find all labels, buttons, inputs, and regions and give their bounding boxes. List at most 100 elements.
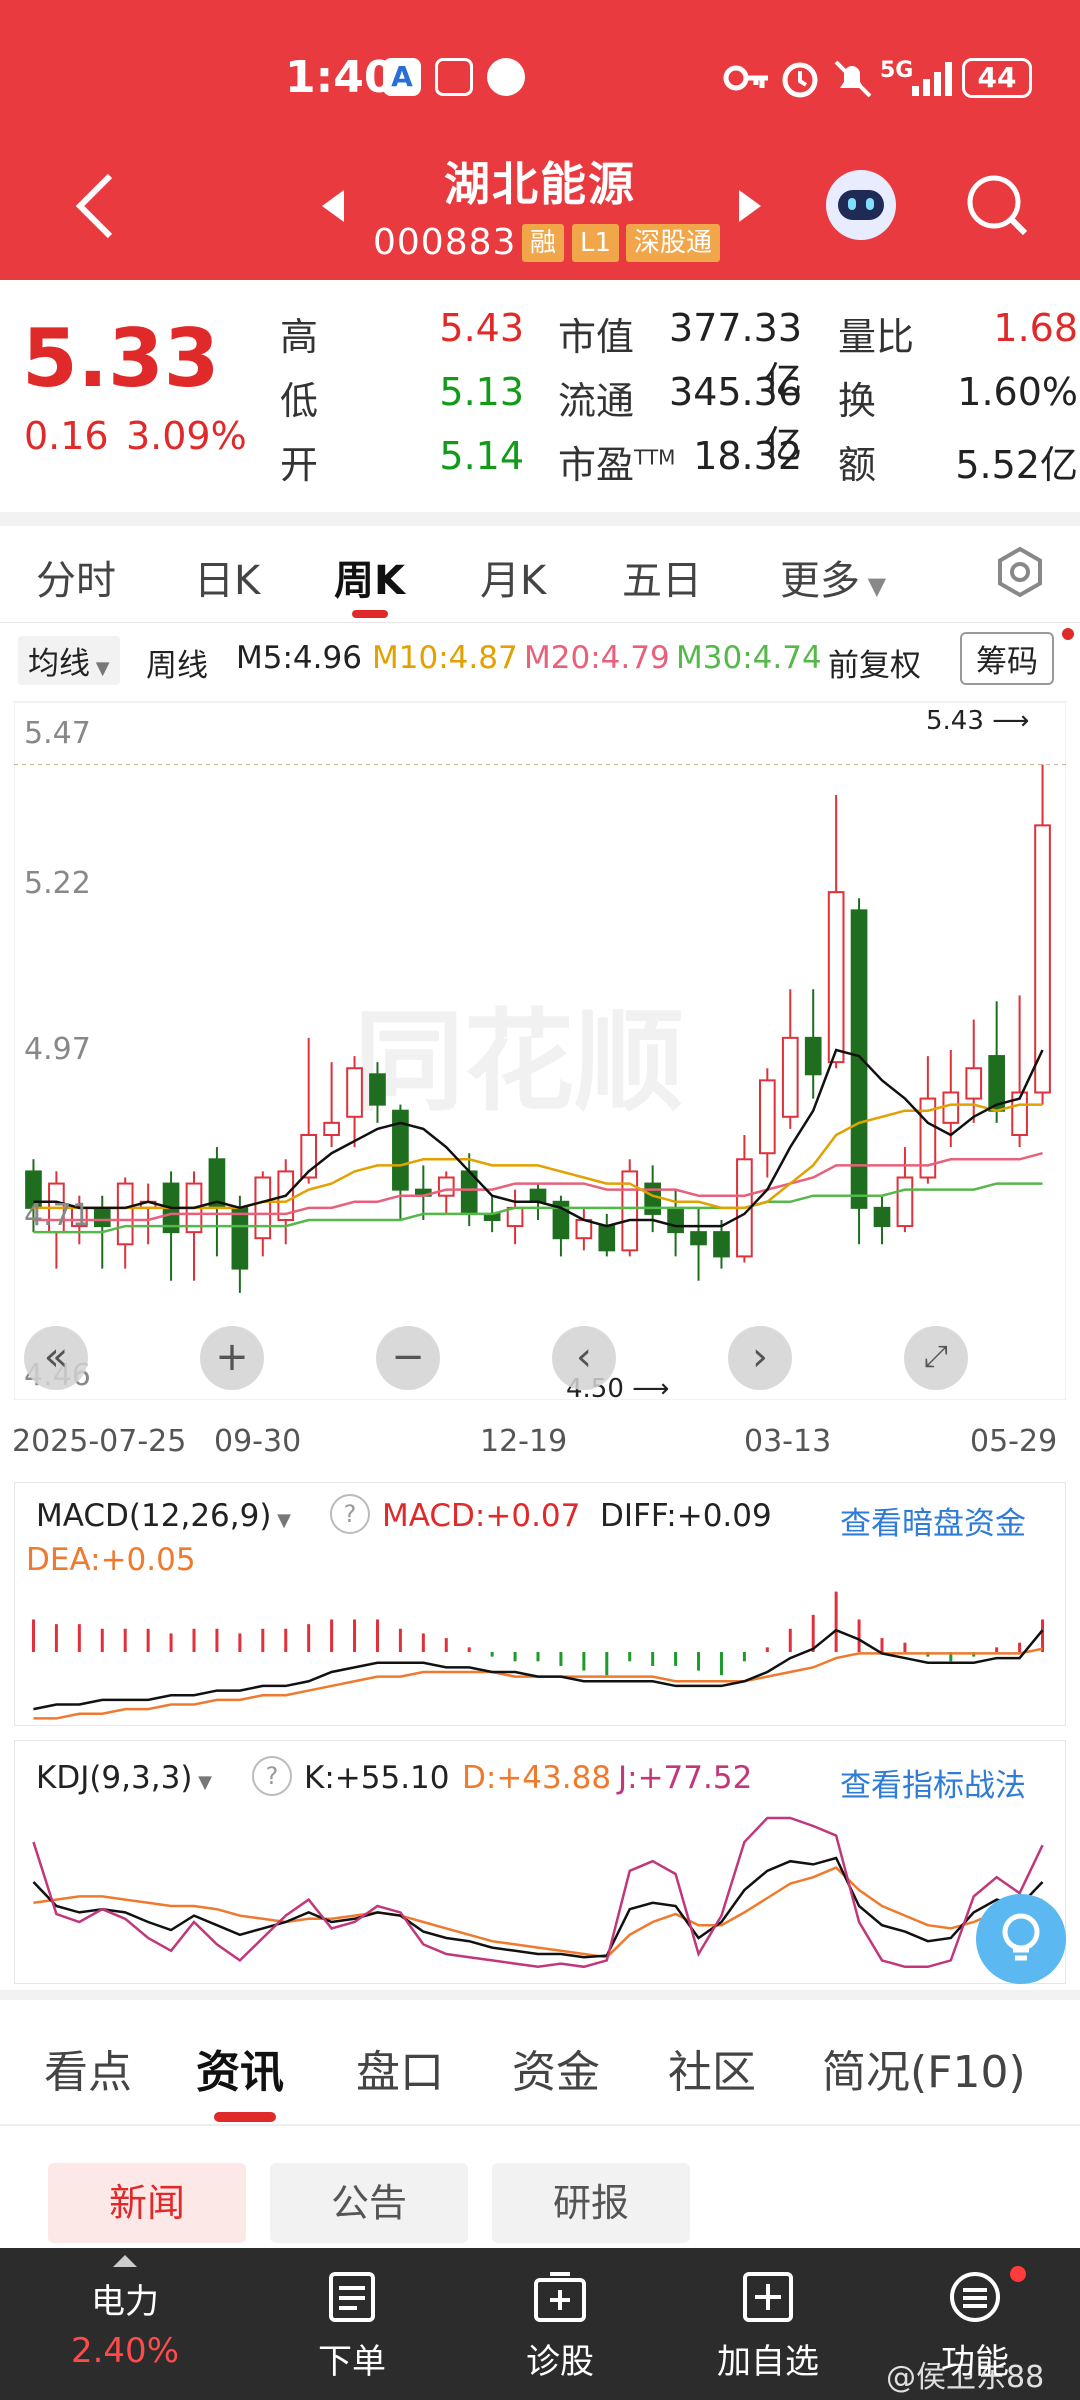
chips-button[interactable]: 筹码 (960, 632, 1054, 685)
period-label: 周线 (146, 648, 208, 684)
open-label: 开 (280, 443, 319, 487)
last-price: 5.33 (22, 312, 220, 405)
help-icon[interactable]: ? (252, 1756, 292, 1796)
quote-panel: 5.33 0.16 3.09% 高 低 开 5.43 5.13 5.14 市值 … (0, 282, 1080, 512)
tab-capital[interactable]: 资金 (512, 2036, 600, 2100)
lightbulb-icon[interactable] (976, 1894, 1066, 1984)
diff-line (33, 1628, 1044, 1711)
nav-label: 加自选 (717, 2342, 819, 2382)
high-label: 高 (280, 315, 319, 359)
tab-daily-k[interactable]: 日K (194, 548, 260, 606)
candle (965, 1067, 983, 1100)
ma20-value: M20:4.79 (524, 640, 670, 676)
tab-more[interactable]: 更多 ▼ (780, 548, 886, 606)
candle (850, 909, 868, 1209)
diff-value: DIFF:+0.09 (600, 1498, 772, 1534)
amount-value: 5.52亿 (955, 443, 1078, 487)
diagnose-icon (534, 2272, 586, 2322)
tab-intraday[interactable]: 分时 (36, 548, 116, 606)
chart-watermark: 同花顺 (354, 998, 684, 1126)
tab-five-day[interactable]: 五日 (622, 548, 702, 606)
chart-settings-icon[interactable] (994, 546, 1046, 598)
subtab-news[interactable]: 新闻 (48, 2163, 246, 2243)
assistant-robot-icon[interactable] (826, 170, 896, 240)
kline-chart[interactable]: 同花顺 (14, 700, 1066, 1400)
candle (437, 1176, 455, 1197)
dark-pool-link[interactable]: 查看暗盘资金 (840, 1498, 1026, 1543)
scroll-left-button[interactable]: ‹ (552, 1326, 616, 1390)
volume-ratio-value: 1.68 (993, 306, 1078, 350)
x-tick: 2025-07-25 (12, 1424, 187, 1459)
mcap-label: 市值 (558, 315, 635, 359)
low-label: 低 (280, 379, 319, 423)
candle (369, 1073, 386, 1106)
author-watermark: @侯卫东88 (886, 2360, 1045, 2395)
macd-selector[interactable]: MACD(12,26,9) ▼ (36, 1498, 291, 1534)
search-icon[interactable] (964, 172, 1030, 238)
ma10-value: M10:4.87 (372, 640, 518, 676)
candle (873, 1206, 891, 1228)
candle (804, 1036, 822, 1076)
scroll-right-button[interactable]: › (728, 1326, 792, 1390)
price-change: 0.16 (24, 414, 109, 458)
candle (942, 1091, 960, 1124)
divider (0, 2124, 1080, 2126)
header-bar: 1:40 A 5G 44 湖北能源 000883 融 L1 深股通 (0, 0, 1080, 280)
turnover-value: 1.60% (957, 370, 1078, 414)
sector-pct: 2.40% (70, 2331, 179, 2371)
price-change-pct: 3.09% (126, 414, 247, 458)
j-line (32, 1816, 1044, 1969)
nav-diagnose[interactable]: 诊股 (485, 2270, 635, 2383)
alarm-icon (782, 62, 818, 98)
next-stock-icon[interactable] (735, 186, 765, 226)
tab-weekly-k[interactable]: 周K (334, 548, 405, 606)
candle (323, 1121, 340, 1137)
add-icon (743, 2272, 793, 2322)
ma-selector[interactable]: 均线 ▼ (18, 636, 120, 685)
stock-code: 000883 (373, 222, 517, 263)
d-line (33, 1866, 1044, 1959)
tab-profile-f10[interactable]: 简况(F10) (822, 2036, 1026, 2100)
macd-chart (31, 1591, 1045, 1720)
subtab-announcements[interactable]: 公告 (270, 2163, 468, 2243)
k-line (32, 1856, 1044, 1959)
indicator-strategy-link[interactable]: 查看指标战法 (840, 1760, 1026, 1805)
x-tick: 05-29 (970, 1424, 1058, 1459)
nav-place-order[interactable]: 下单 (277, 2270, 427, 2383)
kdj-chart (32, 1816, 1044, 1969)
tab-community[interactable]: 社区 (668, 2036, 756, 2100)
y-tick: 4.71 (24, 1198, 91, 1233)
kdj-selector[interactable]: KDJ(9,3,3) ▼ (36, 1760, 212, 1796)
candle (506, 1206, 524, 1228)
tab-highlights[interactable]: 看点 (44, 2036, 132, 2100)
scroll-left-fast-button[interactable]: « (24, 1326, 88, 1390)
tab-order-book[interactable]: 盘口 (356, 2036, 444, 2100)
candle (690, 1231, 707, 1246)
tab-indicator (214, 2112, 276, 2122)
battery-icon: 44 (962, 58, 1032, 98)
stock-name: 湖北能源 (444, 157, 636, 211)
high-value: 5.43 (439, 306, 524, 350)
mute-icon (834, 60, 872, 98)
candle (598, 1225, 616, 1252)
open-value: 5.14 (439, 434, 524, 478)
divider (0, 512, 1080, 526)
ma30-value: M30:4.74 (676, 640, 822, 676)
red-dot-badge (1010, 2266, 1026, 2282)
zoom-out-button[interactable]: − (376, 1326, 440, 1390)
adjust-mode[interactable]: 前复权 (828, 640, 921, 685)
candle (254, 1176, 272, 1240)
help-icon[interactable]: ? (330, 1494, 370, 1534)
tab-news-info[interactable]: 资讯 (196, 2036, 284, 2100)
fullscreen-button[interactable]: ⤢ (904, 1326, 968, 1390)
nav-label: 诊股 (526, 2342, 594, 2382)
zoom-in-button[interactable]: + (200, 1326, 264, 1390)
subtab-research[interactable]: 研报 (492, 2163, 690, 2243)
macd-value: MACD:+0.07 (382, 1498, 581, 1534)
tab-monthly-k[interactable]: 月K (480, 548, 546, 606)
nav-add-watchlist[interactable]: 加自选 (693, 2270, 843, 2383)
sector-item[interactable]: 电力 2.40% (50, 2250, 200, 2371)
candle (529, 1188, 547, 1203)
candle (231, 1206, 249, 1270)
app-store-icon: A (383, 58, 421, 96)
